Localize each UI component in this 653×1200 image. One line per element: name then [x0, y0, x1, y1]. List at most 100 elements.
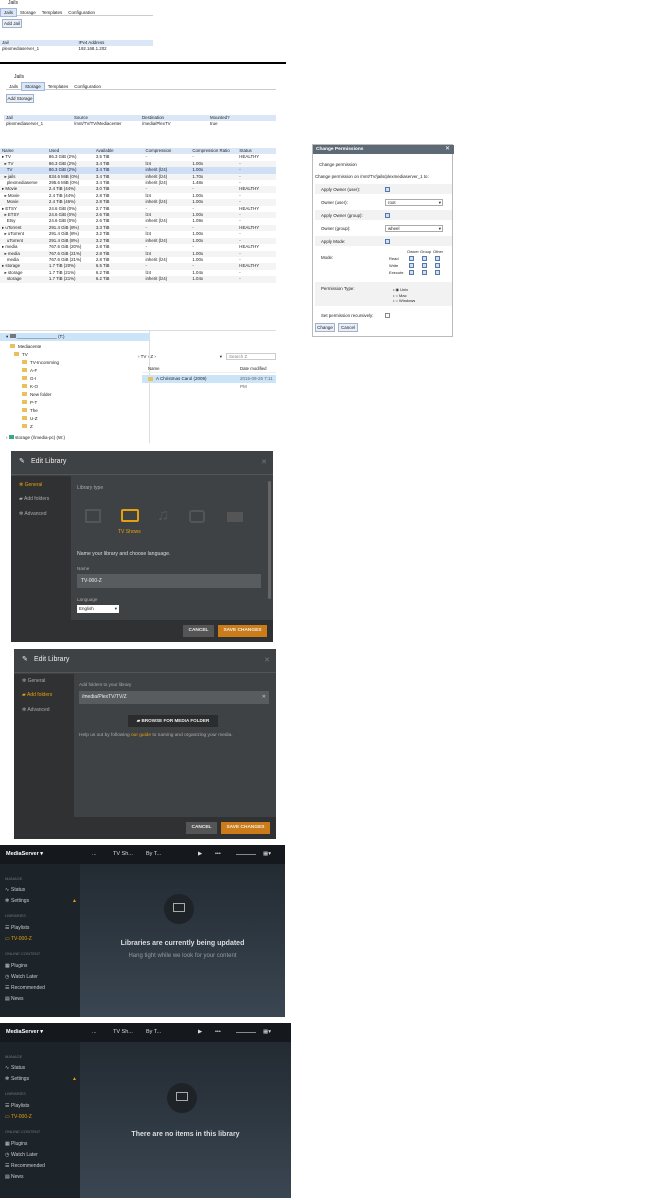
tree-folder-item[interactable]: New folder	[22, 391, 52, 399]
tree-folder-item[interactable]: K-O	[22, 383, 38, 391]
scrollbar[interactable]	[268, 481, 271, 599]
tree-folder-item[interactable]: G-I	[22, 375, 36, 383]
radio-windows[interactable]: • ○ Windows	[393, 298, 415, 304]
tv-type-icon[interactable]	[121, 509, 139, 522]
close-icon[interactable]: ✕	[264, 656, 270, 664]
guide-link[interactable]: our guide	[131, 733, 151, 738]
mode-checkbox[interactable]	[422, 270, 427, 275]
folder-path-input[interactable]: /media/PlexTV/TV/Z ✕	[79, 691, 269, 704]
sidebar-item-news[interactable]: ▤News	[5, 996, 24, 1002]
cancel-button[interactable]: CANCEL	[186, 822, 217, 834]
mode-checkbox[interactable]	[435, 270, 440, 275]
sidebar-item-watch-later[interactable]: ◷ Watch Later	[5, 1152, 38, 1158]
tab-storage[interactable]: Storage	[17, 9, 39, 16]
sort-selector[interactable]: By T...	[146, 851, 161, 857]
section-selector[interactable]: TV Sh...	[113, 851, 133, 857]
video-type-icon[interactable]	[227, 512, 243, 522]
sidebar-item-watch-later[interactable]: ◷ Watch Later	[5, 974, 38, 980]
mode-checkbox[interactable]	[409, 270, 414, 275]
sidebar-item-news[interactable]: ▤News	[5, 1174, 24, 1180]
name-input[interactable]: TV-000-Z	[77, 574, 261, 588]
tree-folder-item[interactable]: U-Z	[22, 415, 38, 423]
table-row[interactable]: plexmediaserver_1/mnt/TV/TV/Mediacenter /…	[4, 121, 276, 127]
mode-checkbox[interactable]	[422, 263, 427, 268]
server-selector[interactable]: MediaServer ▾	[6, 1029, 43, 1035]
sidebar-item-recommended[interactable]: ☰ Recommended	[5, 985, 45, 991]
mode-checkbox[interactable]	[435, 263, 440, 268]
nav-add-folders[interactable]: ▰ Add folders	[19, 496, 49, 502]
movie-type-icon[interactable]	[85, 509, 101, 523]
search-input[interactable]: Search Z	[226, 353, 276, 360]
apply-owner-user-checkbox[interactable]	[385, 187, 390, 192]
tree-root-row[interactable]: ▾ ________________ (T:)	[0, 333, 150, 341]
sidebar-item-library[interactable]: ▭TV-000-Z	[5, 936, 32, 942]
save-changes-button[interactable]: SAVE CHANGES	[221, 822, 270, 834]
ellipsis-icon[interactable]: •••	[215, 1029, 221, 1035]
table-row[interactable]: storage 1.7 TiB (21%) 6.2 TiB inherit (lz4)…	[0, 276, 276, 283]
clear-icon[interactable]: ✕	[262, 691, 266, 704]
server-selector[interactable]: MediaServer ▾	[6, 851, 43, 857]
ellipsis-icon[interactable]: •••	[215, 851, 221, 857]
mode-checkbox[interactable]	[422, 256, 427, 261]
close-icon[interactable]: ✕	[445, 145, 450, 154]
tab-configuration[interactable]: Configuration	[65, 9, 98, 16]
owner-group-select[interactable]: wheel ▾	[385, 225, 443, 232]
sidebar-item-recommended[interactable]: ☰ Recommended	[5, 1163, 45, 1169]
table-row[interactable]: plexmediaserver_1 192.168.1.202	[0, 46, 153, 52]
change-button[interactable]: Change	[315, 323, 335, 332]
address-bar[interactable]: › TV › Z › ▾	[138, 353, 222, 360]
tree-bottom[interactable]: › storage (\\media-pc) (W:)	[6, 435, 65, 440]
tab-storage[interactable]: Storage	[21, 82, 45, 91]
tree-folder-item[interactable]: P-T	[22, 399, 37, 407]
cancel-button[interactable]: Cancel	[338, 323, 358, 332]
section-selector[interactable]: TV Sh...	[113, 1029, 133, 1035]
photo-type-icon[interactable]	[189, 510, 205, 523]
more-menu[interactable]: ...	[92, 1029, 97, 1035]
play-icon[interactable]: ▶	[198, 851, 202, 857]
add-storage-button[interactable]: Add Storage	[6, 94, 34, 103]
tree-folder-item[interactable]: TV	[14, 351, 28, 359]
add-jail-button[interactable]: Add Jail	[2, 19, 22, 28]
tree-folder-item[interactable]: A-F	[22, 367, 37, 375]
zoom-slider[interactable]	[236, 854, 256, 855]
tree-folder-item[interactable]: The	[22, 407, 38, 415]
sidebar-item-settings[interactable]: ✻ Settings ▲	[5, 898, 77, 904]
browse-button[interactable]: ▰ BROWSE FOR MEDIA FOLDER	[128, 715, 218, 727]
apply-owner-group-checkbox[interactable]	[385, 213, 390, 218]
tab-templates[interactable]: Templates	[39, 9, 66, 16]
sidebar-item-status[interactable]: ∿ Status	[5, 1065, 25, 1071]
tree-folder-item[interactable]: TV-Incomming	[22, 359, 59, 367]
mode-checkbox[interactable]	[435, 256, 440, 261]
nav-general[interactable]: ✻ General	[22, 678, 45, 684]
sidebar-item-playlists[interactable]: ☰ Playlists	[5, 1103, 29, 1109]
more-menu[interactable]: ...	[92, 851, 97, 857]
music-type-icon[interactable]: ♫	[157, 508, 169, 524]
nav-advanced[interactable]: ✻ Advanced	[19, 511, 47, 517]
mode-checkbox[interactable]	[409, 263, 414, 268]
sidebar-item-library[interactable]: ▭TV-000-Z	[5, 1114, 32, 1120]
sidebar-item-plugins[interactable]: ▦Plugins	[5, 963, 27, 969]
zoom-slider[interactable]	[236, 1032, 256, 1033]
sidebar-item-plugins[interactable]: ▦Plugins	[5, 1141, 27, 1147]
sidebar-item-settings[interactable]: ✻ Settings ▲	[5, 1076, 77, 1082]
tree-folder-item[interactable]: Z	[22, 423, 33, 431]
save-changes-button[interactable]: SAVE CHANGES	[218, 625, 267, 637]
recursive-checkbox[interactable]	[385, 313, 390, 318]
tab-configuration[interactable]: Configuration	[71, 83, 104, 90]
grid-view-icon[interactable]: ▦▾	[263, 1029, 271, 1035]
play-icon[interactable]: ▶	[198, 1029, 202, 1035]
file-row[interactable]: A Christmas Carol (2009) 2015-09-26 7:11…	[142, 375, 276, 389]
nav-general[interactable]: ✻ General	[19, 482, 42, 488]
sidebar-item-status[interactable]: ∿ Status	[5, 887, 25, 893]
tab-templates[interactable]: Templates	[45, 83, 72, 90]
cancel-button[interactable]: CANCEL	[183, 625, 214, 637]
grid-view-icon[interactable]: ▦▾	[263, 851, 271, 857]
sort-selector[interactable]: By T...	[146, 1029, 161, 1035]
mode-checkbox[interactable]	[409, 256, 414, 261]
close-icon[interactable]: ✕	[261, 458, 267, 466]
language-select[interactable]: English ▾	[77, 605, 119, 613]
tab-jails[interactable]: Jails	[0, 8, 18, 17]
nav-add-folders[interactable]: ▰ Add folders	[22, 692, 52, 698]
tree-folder-item[interactable]: Mediacente	[10, 343, 41, 351]
owner-user-select[interactable]: root ▾	[385, 199, 443, 206]
